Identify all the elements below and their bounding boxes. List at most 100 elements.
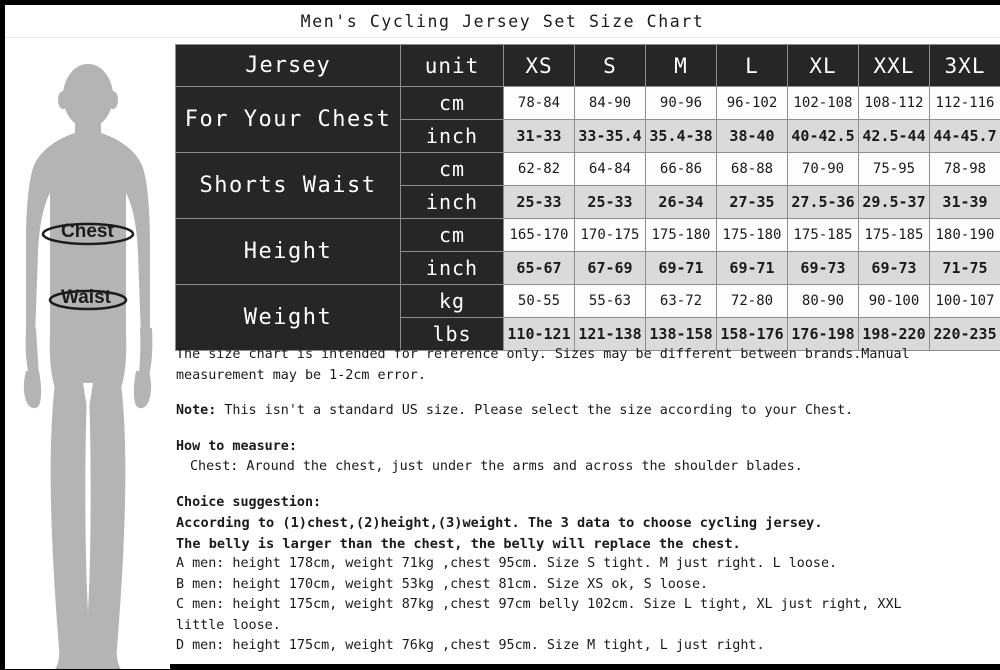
category-label-weight: Weight	[175, 284, 401, 351]
cell-value: 67-69	[574, 251, 646, 285]
body-figure-panel: Chest Waist	[5, 38, 170, 669]
header-unit: unit	[400, 44, 504, 87]
cell-value: 26-34	[645, 185, 717, 219]
notes-block: The size chart is intended for reference…	[176, 345, 1000, 657]
cell-value: 44-45.7	[929, 119, 1000, 153]
cell-value: 65-67	[503, 251, 575, 285]
unit-label: inch	[400, 185, 504, 219]
cell-value: 69-73	[787, 251, 859, 285]
table-row: Height cm 165-170 170-175 175-180 175-18…	[175, 218, 1000, 285]
cell-value: 102-108	[787, 86, 859, 120]
example-d: D men: height 175cm, weight 76kg ,chest …	[176, 638, 765, 653]
cell-value: 69-73	[858, 251, 930, 285]
cell-value: 78-98	[929, 152, 1000, 186]
category-label-chest: For Your Chest	[175, 86, 401, 153]
cell-value: 165-170	[503, 218, 575, 252]
cell-value: 90-100	[858, 284, 930, 318]
category-label-waist: Shorts Waist	[175, 152, 401, 219]
cell-value: 175-180	[645, 218, 717, 252]
example-c-line-2: little loose.	[176, 617, 281, 633]
male-body-silhouette-icon	[23, 64, 153, 669]
cell-value: 27-35	[716, 185, 788, 219]
cell-value: 100-107	[929, 284, 1000, 318]
disclaimer-line-1: The size chart is intended for reference…	[176, 347, 910, 362]
cell-value: 69-71	[716, 251, 788, 285]
example-b: B men: height 170cm, weight 53kg ,chest …	[176, 576, 709, 592]
cell-value: 63-72	[645, 284, 717, 318]
cell-value: 175-180	[716, 218, 788, 252]
cell-value: 42.5-44	[858, 119, 930, 153]
cell-value: 62-82	[503, 152, 575, 186]
cell-value: 69-71	[645, 251, 717, 285]
cell-value: 40-42.5	[787, 119, 859, 153]
header-category: Jersey	[175, 44, 401, 87]
note-label: Note:	[176, 403, 217, 418]
header-size-3xl: 3XL	[929, 44, 1000, 87]
cell-value: 180-190	[929, 218, 1000, 252]
unit-label: inch	[400, 119, 504, 153]
cell-value: 170-175	[574, 218, 646, 252]
cell-value: 31-39	[929, 185, 1000, 219]
note-line: Note: This isn't a standard US size. Ple…	[176, 401, 1000, 422]
header-size-l: L	[716, 44, 788, 87]
how-to-measure-text: Chest: Around the chest, just under the …	[190, 459, 803, 474]
cell-value: 71-75	[929, 251, 1000, 285]
cell-value: 90-96	[645, 86, 717, 120]
unit-label: kg	[400, 284, 504, 318]
cell-value: 35.4-38	[645, 119, 717, 153]
size-chart-page: Men's Cycling Jersey Set Size Chart Ches…	[0, 0, 1000, 670]
cell-value: 108-112	[858, 86, 930, 120]
how-to-measure-heading: How to measure:	[176, 438, 297, 454]
cell-value: 175-185	[858, 218, 930, 252]
choice-line-1: According to (1)chest,(2)height,(3)weigh…	[176, 515, 823, 531]
header-size-s: S	[574, 44, 646, 87]
header-size-xxl: XXL	[858, 44, 930, 87]
size-table: Jersey unit XS S M L XL XXL 3XL For Your…	[175, 44, 1000, 351]
table-row: Shorts Waist cm 62-82 64-84 66-86 68-88 …	[175, 152, 1000, 219]
disclaimer-line-2: measurement may be 1-2cm error.	[176, 367, 426, 383]
cell-value: 75-95	[858, 152, 930, 186]
cell-value: 33-35.4	[574, 119, 646, 153]
cell-value: 68-88	[716, 152, 788, 186]
cell-value: 70-90	[787, 152, 859, 186]
title-bar: Men's Cycling Jersey Set Size Chart	[5, 5, 1000, 37]
cell-value: 112-116	[929, 86, 1000, 120]
cell-value: 50-55	[503, 284, 575, 318]
unit-label: inch	[400, 251, 504, 285]
header-size-xl: XL	[787, 44, 859, 87]
cell-value: 38-40	[716, 119, 788, 153]
cell-value: 25-33	[574, 185, 646, 219]
waist-label: Waist	[61, 287, 111, 308]
cell-value: 96-102	[716, 86, 788, 120]
unit-label: cm	[400, 86, 504, 120]
cell-value: 29.5-37	[858, 185, 930, 219]
cell-value: 80-90	[787, 284, 859, 318]
cell-value: 64-84	[574, 152, 646, 186]
cell-value: 84-90	[574, 86, 646, 120]
example-c-line-1: C men: height 175cm, weight 87kg ,chest …	[176, 597, 902, 612]
cell-value: 66-86	[645, 152, 717, 186]
table-header-row: Jersey unit XS S M L XL XXL 3XL	[175, 44, 1000, 87]
table-row: Weight kg 50-55 55-63 63-72 72-80 80-90 …	[175, 284, 1000, 351]
note-text: This isn't a standard US size. Please se…	[216, 403, 854, 418]
cell-value: 175-185	[787, 218, 859, 252]
page-title: Men's Cycling Jersey Set Size Chart	[300, 11, 705, 31]
cell-value: 55-63	[574, 284, 646, 318]
header-size-m: M	[645, 44, 717, 87]
choice-line-2: The belly is larger than the chest, the …	[176, 535, 741, 552]
chest-label: Chest	[61, 221, 114, 242]
cell-value: 72-80	[716, 284, 788, 318]
table-row: For Your Chest cm 78-84 84-90 90-96 96-1…	[175, 86, 1000, 153]
cell-value: 78-84	[503, 86, 575, 120]
cell-value: 31-33	[503, 119, 575, 153]
cell-value: 25-33	[503, 185, 575, 219]
category-label-height: Height	[175, 218, 401, 285]
choice-suggestion-heading: Choice suggestion:	[176, 494, 322, 510]
example-a: A men: height 178cm, weight 71kg ,chest …	[176, 556, 838, 571]
cell-value: 27.5-36	[787, 185, 859, 219]
size-table-body: Jersey unit XS S M L XL XXL 3XL For Your…	[175, 44, 1000, 351]
header-size-xs: XS	[503, 44, 575, 87]
